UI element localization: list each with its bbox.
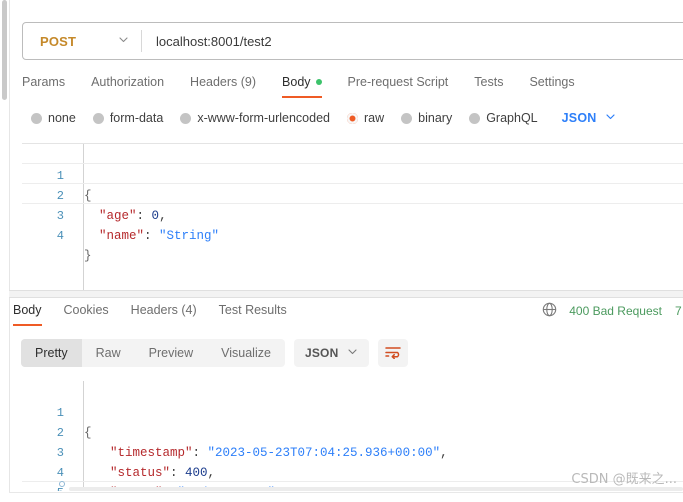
request-tabs: Params Authorization Headers (9) Body Pr… — [22, 72, 601, 102]
view-mode-label: Raw — [95, 346, 121, 360]
chevron-down-icon — [118, 34, 129, 48]
response-view-mode-group: Pretty Raw Preview Visualize — [21, 339, 285, 367]
scrollbar-thumb[interactable] — [2, 0, 7, 100]
word-wrap-icon — [385, 345, 402, 362]
response-status-bar: 400 Bad Request 7 m — [542, 302, 683, 320]
tab-settings[interactable]: Settings — [529, 72, 574, 98]
url-input[interactable] — [142, 22, 683, 60]
response-time: 7 m — [674, 304, 683, 318]
tab-label: Cookies — [63, 303, 109, 317]
tab-label: Test Results — [218, 303, 287, 317]
radio-icon — [469, 112, 481, 124]
view-mode-preview[interactable]: Preview — [135, 339, 207, 367]
radio-icon — [180, 112, 192, 124]
globe-icon — [542, 302, 557, 320]
request-body-editor[interactable]: 1 { 2 "age": 0, 3 "name": "String" 4 } — [22, 143, 683, 291]
body-type-label: binary — [418, 111, 453, 125]
code-line: 2 "timestamp": "2023-05-23T07:04:25.936+… — [22, 403, 683, 460]
http-method-label: POST — [40, 33, 77, 49]
view-mode-raw[interactable]: Raw — [82, 339, 135, 367]
response-format-label: JSON — [304, 346, 339, 360]
tab-label: Headers (9) — [190, 75, 257, 89]
code-line: 1 { — [22, 146, 683, 203]
tab-label: Settings — [529, 75, 575, 89]
body-type-form-data[interactable]: form-data — [92, 111, 164, 125]
response-tab-cookies[interactable]: Cookies — [64, 300, 109, 326]
response-tabs: Body Cookies Headers (4) Test Results — [13, 300, 309, 326]
chevron-down-icon — [605, 111, 616, 125]
code-line: 4 "error": "Bad Request", — [22, 443, 683, 491]
http-method-selector[interactable]: POST — [23, 23, 141, 59]
response-format-selector[interactable]: JSON — [293, 339, 370, 367]
tab-label: Headers (4) — [130, 303, 197, 317]
line-text: } — [84, 249, 92, 263]
view-mode-visualize[interactable]: Visualize — [207, 339, 285, 367]
panel-splitter[interactable] — [9, 290, 683, 298]
view-mode-label: Visualize — [221, 346, 271, 360]
tab-authorization[interactable]: Authorization — [91, 72, 164, 98]
chevron-down-icon — [347, 346, 358, 360]
body-type-binary[interactable]: binary — [401, 111, 452, 125]
tab-tests[interactable]: Tests — [474, 72, 503, 98]
body-type-label: GraphQL — [486, 111, 538, 125]
radio-icon — [31, 112, 42, 124]
raw-format-label: JSON — [561, 111, 597, 125]
body-type-raw[interactable]: raw — [347, 111, 384, 125]
code-line: 4 } — [22, 206, 683, 263]
body-type-none[interactable]: none — [31, 111, 76, 125]
body-type-label: x-www-form-urlencoded — [197, 111, 330, 125]
body-type-label: raw — [364, 111, 385, 125]
response-tab-test-results[interactable]: Test Results — [219, 300, 287, 326]
line-text: "name": "String" — [99, 229, 220, 243]
tab-pre-request-script[interactable]: Pre-request Script — [348, 72, 449, 98]
body-type-label: form-data — [109, 111, 164, 125]
request-response-panel: POST Params Authorization Headers (9) Bo… — [9, 0, 683, 502]
response-body-editor[interactable]: 1 { 2 "timestamp": "2023-05-23T07:04:25.… — [22, 381, 683, 491]
line-number: 4 — [56, 229, 64, 243]
radio-icon — [92, 112, 104, 124]
url-bar-frame: POST — [22, 22, 683, 60]
tab-label: Params — [22, 75, 66, 89]
code-line: 1 { — [22, 383, 683, 440]
view-mode-label: Pretty — [35, 346, 68, 360]
status-indicator-icon — [59, 481, 65, 487]
radio-icon-selected — [347, 112, 358, 124]
code-line: 2 "age": 0, — [22, 166, 683, 223]
response-tab-headers[interactable]: Headers (4) — [131, 300, 197, 326]
body-type-radio-group: none form-data x-www-form-urlencoded raw… — [31, 111, 616, 125]
view-mode-label: Preview — [148, 346, 194, 360]
tab-body[interactable]: Body — [282, 72, 322, 98]
tab-label: Authorization — [91, 75, 165, 89]
response-toolbar: Pretty Raw Preview Visualize JSON — [21, 339, 409, 367]
tab-params[interactable]: Params — [22, 72, 65, 98]
body-type-label: none — [48, 111, 76, 125]
response-tab-body[interactable]: Body — [13, 300, 42, 326]
tab-label: Body — [282, 75, 311, 89]
radio-icon — [401, 112, 413, 124]
status-badge: 400 Bad Request — [569, 304, 662, 318]
tab-label: Pre-request Script — [347, 75, 449, 89]
view-mode-pretty[interactable]: Pretty — [21, 339, 82, 367]
horizontal-scrollbar[interactable] — [69, 487, 683, 491]
tab-label: Tests — [474, 75, 504, 89]
body-type-x-www-form-urlencoded[interactable]: x-www-form-urlencoded — [180, 111, 330, 125]
code-line: 3 "status": 400, — [22, 423, 683, 480]
code-line: 5 "path": "/test2" — [22, 463, 683, 491]
tab-label: Body — [13, 303, 42, 317]
body-type-graphql[interactable]: GraphQL — [469, 111, 538, 125]
tab-headers[interactable]: Headers (9) — [190, 72, 256, 98]
url-bar: POST — [22, 22, 683, 60]
raw-format-selector[interactable]: JSON — [562, 111, 617, 125]
code-line: 3 "name": "String" — [22, 186, 683, 243]
word-wrap-toggle-button[interactable] — [378, 339, 409, 367]
unsaved-dot-icon — [315, 79, 322, 85]
